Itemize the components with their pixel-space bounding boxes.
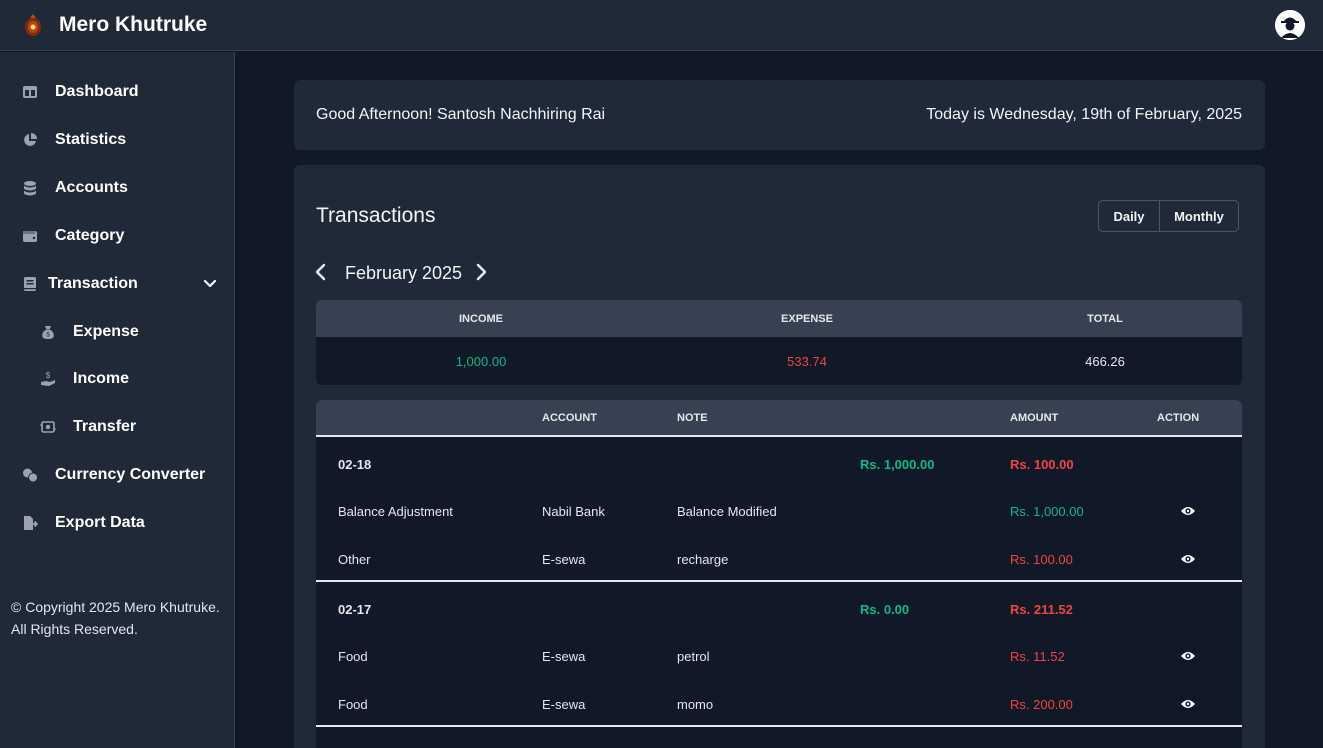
row-amount: Rs. 11.52 xyxy=(1010,649,1065,664)
top-bar: Mero Khutruke xyxy=(0,0,1323,51)
current-period: February 2025 xyxy=(345,263,463,283)
transactions-title: Transactions xyxy=(316,204,436,227)
row-category: Food xyxy=(338,649,368,664)
date-group: 02-17 Rs. 0.00 Rs. 211.52 Food E-sewa pe… xyxy=(316,582,1242,727)
sidebar-item-statistics[interactable]: Statistics xyxy=(0,120,234,160)
sidebar-item-accounts[interactable]: Accounts xyxy=(0,168,234,208)
sidebar-item-transaction[interactable]: Transaction xyxy=(0,264,234,304)
sidebar-item-export-data[interactable]: Export Data xyxy=(0,503,234,543)
action-column-header: ACTION xyxy=(1157,412,1200,424)
sidebar-item-expense[interactable]: $ Expense xyxy=(0,312,234,352)
view-toggle: Daily Monthly xyxy=(1098,200,1239,232)
view-eye-icon[interactable] xyxy=(1180,650,1196,662)
summary-header: INCOME EXPENSE TOTAL xyxy=(316,300,1242,337)
sidebar-item-currency-converter[interactable]: Currency Converter xyxy=(0,455,234,495)
daily-view-button[interactable]: Daily xyxy=(1099,201,1160,231)
hand-coin-icon: $ xyxy=(41,371,55,386)
sidebar: Dashboard Statistics Accounts Category T… xyxy=(0,52,235,748)
amount-column-header: AMOUNT xyxy=(1010,412,1059,424)
group-date: 02-17 xyxy=(338,602,372,617)
greeting-text: Good Afternoon! Santosh Nachhiring Rai xyxy=(316,106,606,123)
sidebar-item-label: Expense xyxy=(73,323,139,340)
row-account: E-sewa xyxy=(542,697,586,712)
row-category: Balance Adjustment xyxy=(338,504,453,519)
today-date: Today is Wednesday, 19th of February, 20… xyxy=(926,106,1242,123)
group-income: Rs. 1,000.00 xyxy=(860,457,935,472)
row-category: Food xyxy=(338,697,368,712)
sidebar-item-label: Export Data xyxy=(55,514,145,531)
user-avatar[interactable] xyxy=(1275,10,1305,40)
row-amount: Rs. 200.00 xyxy=(1010,697,1073,712)
account-column-header: ACCOUNT xyxy=(542,412,597,424)
monthly-view-button[interactable]: Monthly xyxy=(1160,201,1238,231)
table-header: ACCOUNT NOTE AMOUNT ACTION xyxy=(316,400,1242,437)
view-eye-icon[interactable] xyxy=(1180,505,1196,517)
money-bag-icon: $ xyxy=(42,326,54,339)
chevron-down-icon[interactable] xyxy=(203,278,217,290)
row-note: momo xyxy=(677,697,714,712)
money-bill-transfer-icon xyxy=(40,421,56,433)
app-title[interactable]: Mero Khutruke xyxy=(59,13,207,37)
user-avatar-icon xyxy=(1275,10,1305,40)
sidebar-item-category[interactable]: Category xyxy=(0,216,234,256)
wallet-icon xyxy=(23,231,37,242)
transactions-card: Transactions Daily Monthly February 2025… xyxy=(294,165,1265,748)
summary-table: INCOME EXPENSE TOTAL 1,000.00 533.74 466… xyxy=(316,300,1242,385)
copyright-text: © Copyright 2025 Mero Khutruke. All Righ… xyxy=(11,599,220,637)
row-category: Other xyxy=(338,552,371,567)
coins-exchange-icon xyxy=(23,468,38,483)
next-month-icon[interactable] xyxy=(474,263,488,281)
group-income: Rs. 0.00 xyxy=(860,602,910,617)
expense-header: EXPENSE xyxy=(781,313,833,325)
row-note: recharge xyxy=(677,552,729,567)
sidebar-item-label: Transaction xyxy=(48,275,138,292)
row-account: Nabil Bank xyxy=(542,504,605,519)
row-account: E-sewa xyxy=(542,649,586,664)
row-amount: Rs. 1,000.00 xyxy=(1010,504,1084,519)
svg-text:$: $ xyxy=(46,371,51,380)
sidebar-item-label: Transfer xyxy=(73,418,137,435)
sidebar-item-label: Currency Converter xyxy=(55,466,206,483)
sidebar-item-transfer[interactable]: Transfer xyxy=(0,407,234,447)
sidebar-item-income[interactable]: $ Income xyxy=(0,359,234,399)
row-note: Balance Modified xyxy=(677,504,777,519)
expense-total: 533.74 xyxy=(787,354,827,369)
row-note: petrol xyxy=(677,649,710,664)
net-total: 466.26 xyxy=(1085,354,1125,369)
group-date: 02-18 xyxy=(338,457,372,472)
greeting-card: Good Afternoon! Santosh Nachhiring Rai T… xyxy=(294,80,1265,150)
book-icon xyxy=(24,277,36,291)
note-column-header: NOTE xyxy=(677,412,708,424)
total-header: TOTAL xyxy=(1087,313,1123,325)
sidebar-item-label: Statistics xyxy=(55,131,127,148)
sidebar-item-label: Dashboard xyxy=(55,83,139,100)
date-group: 02-18 Rs. 1,000.00 Rs. 100.00 Balance Ad… xyxy=(316,437,1242,582)
database-icon xyxy=(24,181,36,196)
row-amount: Rs. 100.00 xyxy=(1010,552,1073,567)
transactions-table: ACCOUNT NOTE AMOUNT ACTION 02-18 Rs. 1,0… xyxy=(316,400,1242,748)
view-eye-icon[interactable] xyxy=(1180,553,1196,565)
previous-month-icon[interactable] xyxy=(314,263,328,281)
group-expense: Rs. 211.52 xyxy=(1010,602,1073,617)
income-total: 1,000.00 xyxy=(455,354,507,369)
view-eye-icon[interactable] xyxy=(1180,698,1196,710)
group-expense: Rs. 100.00 xyxy=(1010,457,1074,472)
piggy-bank-logo-icon[interactable] xyxy=(22,12,44,38)
pie-chart-icon xyxy=(24,133,37,146)
sidebar-item-label: Accounts xyxy=(55,179,128,196)
sidebar-item-label: Category xyxy=(55,227,125,244)
table-columns-icon xyxy=(23,86,37,98)
sidebar-item-label: Income xyxy=(73,370,130,387)
income-header: INCOME xyxy=(459,313,503,325)
sidebar-item-dashboard[interactable]: Dashboard xyxy=(0,72,234,112)
file-export-icon xyxy=(24,516,38,530)
row-account: E-sewa xyxy=(542,552,586,567)
